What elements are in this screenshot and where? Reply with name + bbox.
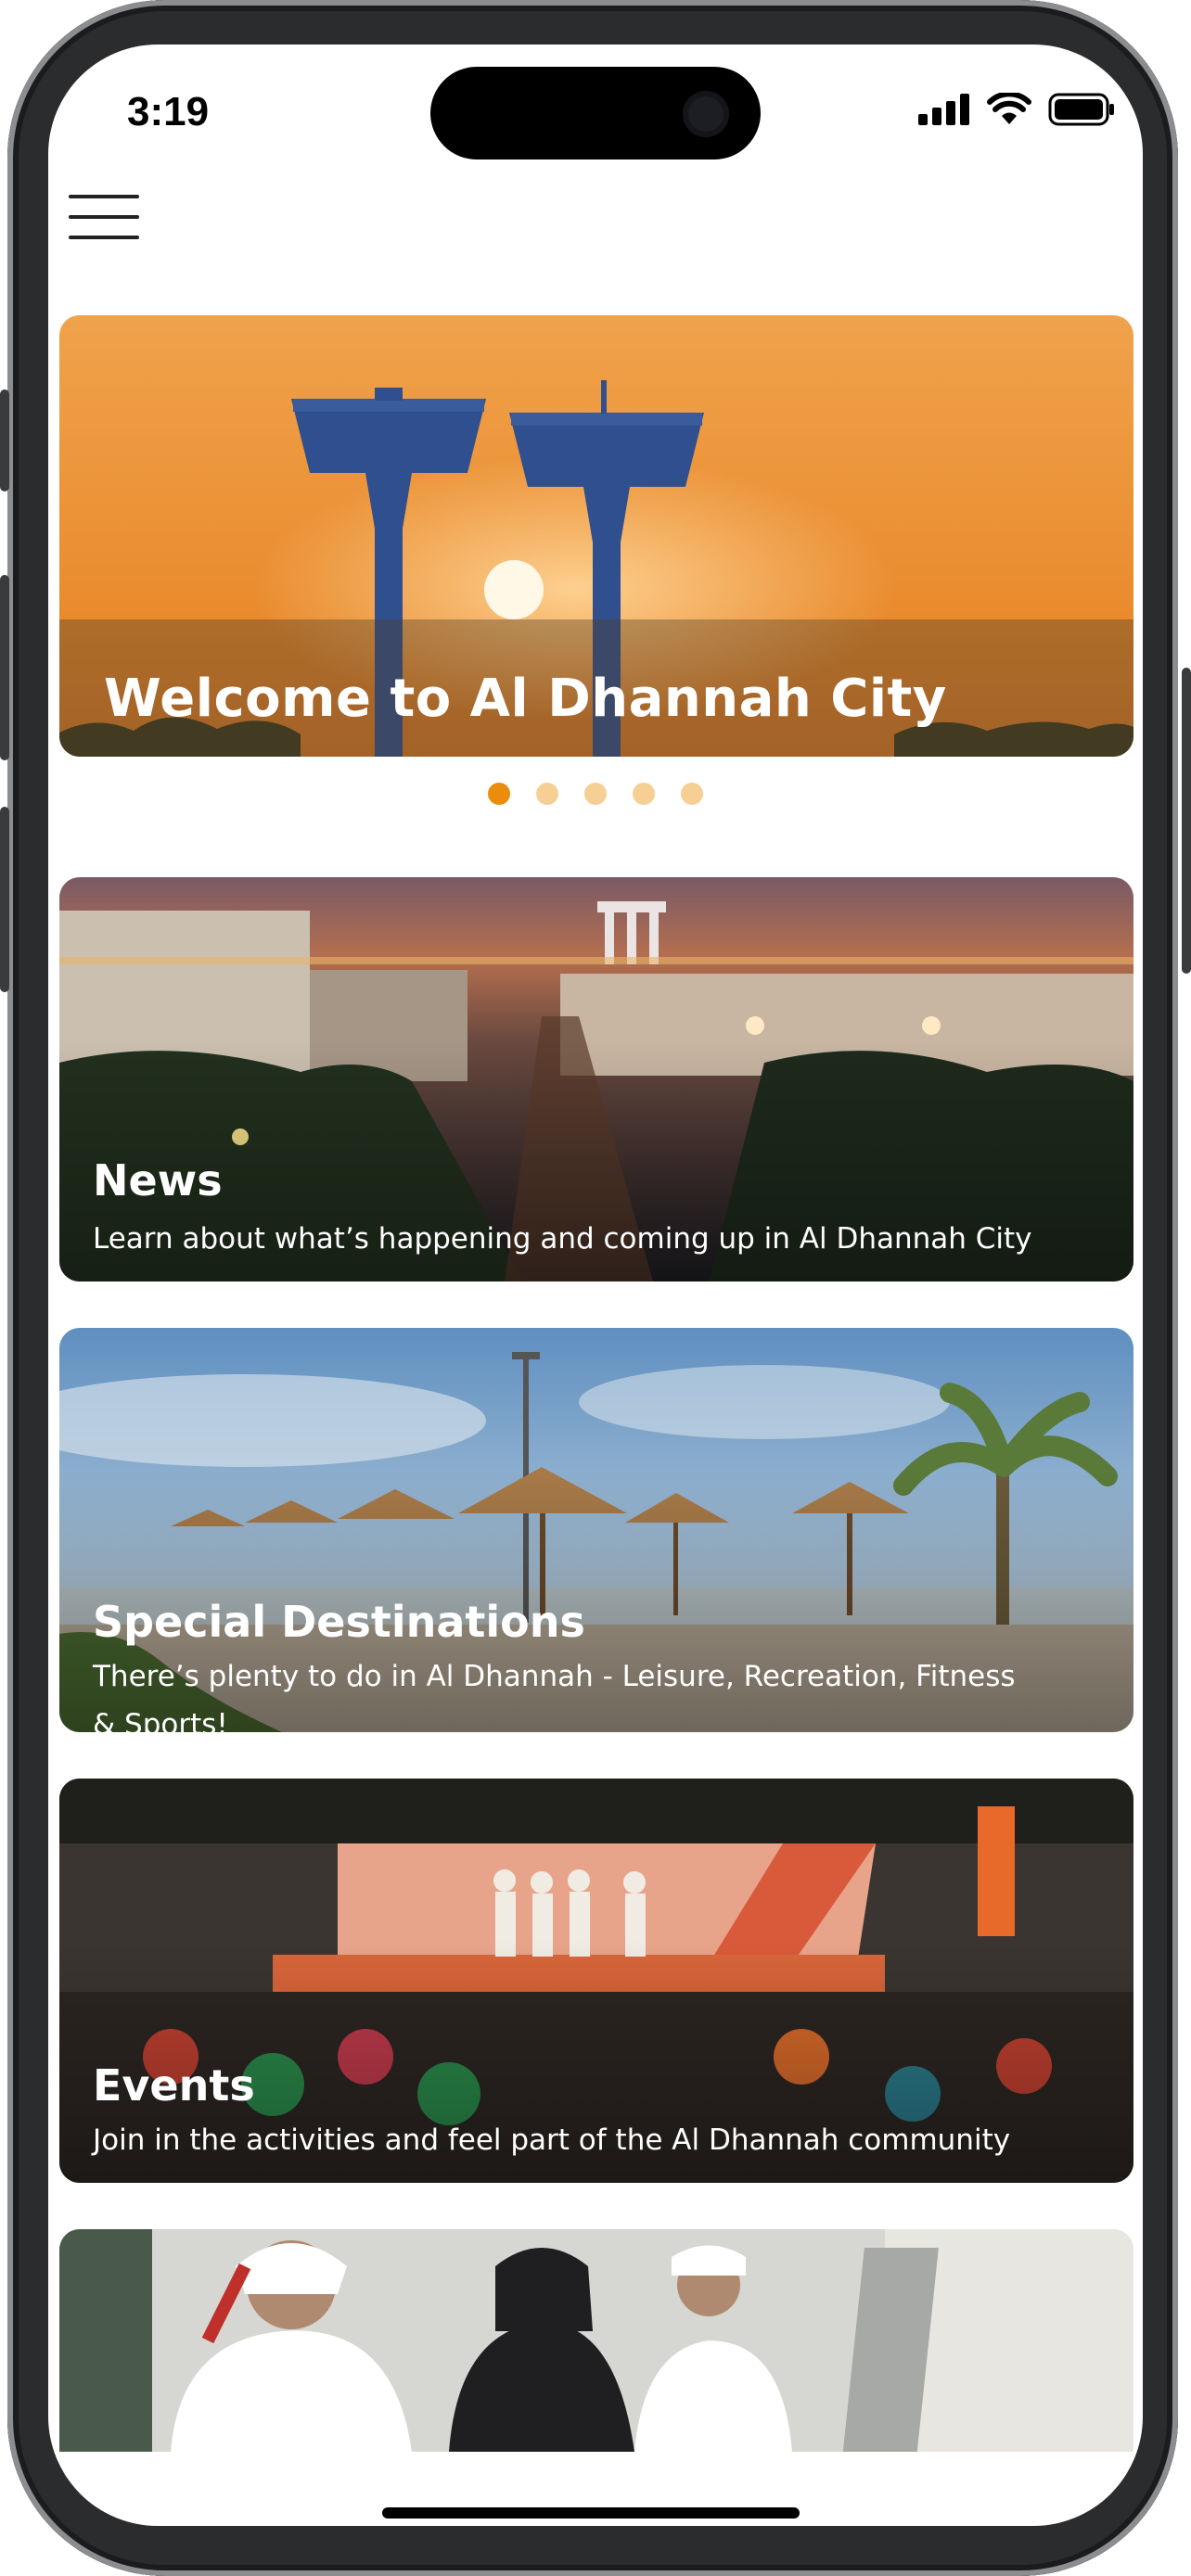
news-card[interactable]: News Learn about what’s happening and co… [59,877,1133,1282]
volume-down-button [0,807,9,992]
news-description: Learn about what’s happening and coming … [93,1222,1032,1256]
carousel-dot-3[interactable] [584,783,607,805]
signal-icon [918,94,969,125]
news-title: News [93,1155,223,1205]
special-destinations-card[interactable]: Special Destinations There’s plenty to d… [59,1328,1133,1732]
events-description: Join in the activities and feel part of … [93,2123,1011,2157]
status-icons [918,91,1115,128]
carousel-pagination [48,783,1143,805]
events-card[interactable]: Events Join in the activities and feel p… [59,1779,1133,2183]
home-indicator [382,2507,800,2519]
services-card[interactable] [59,2229,1133,2452]
events-title: Events [93,2060,255,2111]
wifi-icon [987,93,1031,124]
carousel-dot-4[interactable] [633,783,655,805]
volume-up-button [0,575,9,760]
mute-switch [0,389,9,491]
screen: 3:19 Welcome to Al Dhannah City News Lea… [48,45,1143,2526]
status-time: 3:19 [127,89,210,134]
carousel-dot-2[interactable] [536,783,558,805]
power-button [1182,668,1191,974]
special-destinations-description: There’s plenty to do in Al Dhannah - Lei… [93,1660,1016,1732]
battery-icon [1048,93,1114,126]
hero-title: Welcome to Al Dhannah City [104,669,947,729]
services-image [59,2229,1133,2452]
carousel-dot-1[interactable] [488,783,510,805]
dynamic-island [430,67,761,159]
hero-banner[interactable]: Welcome to Al Dhannah City [59,315,1133,757]
front-camera [683,91,729,137]
hamburger-menu-icon[interactable] [69,184,143,243]
status-bar: 3:19 [48,45,1143,184]
carousel-dot-5[interactable] [681,783,703,805]
special-destinations-title: Special Destinations [93,1597,585,1647]
